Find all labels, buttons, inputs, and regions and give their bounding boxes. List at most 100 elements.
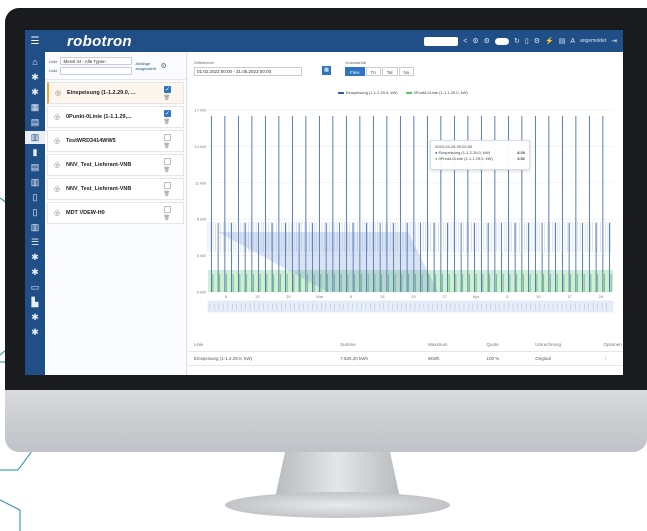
list-item-checkbox[interactable] <box>164 206 171 213</box>
table-header: Linie Summe Maximum Quote Umrechnung Optionen <box>188 338 623 352</box>
refresh-icon[interactable]: ↻ <box>514 38 520 45</box>
list-item-label: NNV_Test_Lieferant-VNB <box>66 186 132 192</box>
x-tick-label: 10 <box>536 294 541 299</box>
list-item-checkbox[interactable] <box>164 182 171 189</box>
list-item[interactable]: ◎ Einspeisung (1-1.2.29.0, ... ✓ 🗑 <box>47 82 184 104</box>
meter-icon: ◎ <box>54 114 61 121</box>
table-cell: Einspeisung (1-1.2.29.0, kW) <box>194 356 253 361</box>
legend-item[interactable]: 0Punkt-0Linie (1-1.1.29.0, kW) <box>405 90 468 95</box>
user-icon[interactable]: A <box>570 38 575 45</box>
x-tick-label: 3 <box>506 294 509 299</box>
theme-toggle[interactable] <box>494 37 509 45</box>
meter-icon: ◎ <box>54 162 61 169</box>
monitor: ☰ robotron < ⚙ ⚙ ↻ ▯ ⚙ ⚡ ▤ A angemeldet … <box>0 0 647 531</box>
plugin-icon[interactable]: ✱ <box>25 251 45 264</box>
table-header-cell[interactable]: Umrechnung <box>535 342 603 347</box>
list-item-checkbox[interactable]: ✓ <box>164 86 171 93</box>
home-icon[interactable]: ⌂ <box>25 56 45 69</box>
share-icon[interactable]: < <box>463 38 467 45</box>
chart-icon[interactable]: ▥ <box>25 221 45 234</box>
grid-icon[interactable]: ▦ <box>25 101 45 114</box>
plugin-icon[interactable]: ✱ <box>25 311 45 324</box>
plugin-icon[interactable]: ✱ <box>25 326 45 339</box>
table-header-cell[interactable]: Summe <box>340 342 428 347</box>
monitor-icon[interactable]: ▭ <box>25 281 45 294</box>
table-header-cell[interactable]: Maximum <box>428 342 487 347</box>
chart-icon[interactable]: ▥ <box>25 176 45 189</box>
menu-icon[interactable]: ☰ <box>25 36 45 47</box>
granularity-button[interactable]: Nu <box>398 67 415 76</box>
trash-icon[interactable]: 🗑 <box>164 167 170 173</box>
settings-icon[interactable]: ⚙ <box>160 62 166 70</box>
granularity-button[interactable]: Tü <box>365 67 381 76</box>
table-row[interactable]: Einspeisung (1-1.2.29.0, kW) 7.825,20 kWh… <box>188 352 623 366</box>
chart-tooltip: 2023-03-28 09:00:00 ● Einspeisung (1-1.2… <box>430 140 530 170</box>
trash-icon[interactable]: 🗑 <box>164 95 170 101</box>
x-tick-label: 13 <box>380 294 385 299</box>
list-filter-label: Linie <box>49 58 58 64</box>
table-cell[interactable]: ⋮ <box>604 356 624 362</box>
line-select[interactable] <box>60 66 133 75</box>
monitor-stand-base <box>225 492 450 518</box>
settings-icon[interactable]: ⚙ <box>484 38 490 45</box>
list-item-checkbox[interactable] <box>164 158 171 165</box>
x-tick-label: 17 <box>568 294 573 299</box>
list-item[interactable]: ◎ 0Punkt-0Linie (1-1.1.29,... ✓ 🗑 <box>47 106 184 128</box>
x-tick-label: 13 <box>255 294 260 299</box>
legend-item[interactable]: Einspeisung (1-1.2.29.0, kW) <box>338 90 398 95</box>
table-header-cell[interactable]: Linie <box>194 342 340 347</box>
meter-icon: ◎ <box>54 210 61 217</box>
list-item[interactable]: ◎ TestWRD3414WW5 🗑 <box>47 130 184 152</box>
x-tick-label: 6 <box>225 294 228 299</box>
document-icon[interactable]: ▯ <box>25 191 45 204</box>
y-tick-label: 5 kW <box>197 253 206 258</box>
plugin-icon[interactable]: ✱ <box>25 71 45 84</box>
calendar-icon[interactable]: ▦ <box>322 66 331 75</box>
list-item-label: MDT VDEW-H0 <box>66 210 105 216</box>
settings-icon[interactable]: ⚙ <box>472 38 478 45</box>
notification-icon[interactable]: ▤ <box>559 38 566 45</box>
list-item-label: TestWRD3414WW5 <box>66 138 116 144</box>
trash-icon[interactable]: 🗑 <box>164 143 170 149</box>
list-item[interactable]: ◎ NNV_Test_Lieferant-VNB 🗑 <box>47 178 184 200</box>
list-icon[interactable]: ☰ <box>25 236 45 249</box>
list-item-checkbox[interactable]: ✓ <box>164 110 171 117</box>
list-item[interactable]: ◎ NNV_Test_Lieferant-VNB 🗑 <box>47 154 184 176</box>
document-icon[interactable]: ▯ <box>525 38 529 45</box>
plugin-icon[interactable]: ⚡ <box>545 38 554 45</box>
search-input[interactable] <box>424 36 459 46</box>
factory-icon[interactable]: ▙ <box>25 296 45 309</box>
table-cell: Original <box>535 356 551 361</box>
table-header-cell[interactable]: Quote <box>487 342 536 347</box>
user-label[interactable]: angemeldet <box>580 38 606 44</box>
list-item-label: NNV_Test_Lieferant-VNB <box>66 162 132 168</box>
trash-icon[interactable]: 🗑 <box>164 191 170 197</box>
trash-icon[interactable]: 🗑 <box>164 119 170 125</box>
top-bar: ☰ robotron < ⚙ ⚙ ↻ ▯ ⚙ ⚡ ▤ A angemeldet … <box>25 30 623 52</box>
chart-icon[interactable]: ▥ <box>25 131 45 144</box>
granularity-button[interactable]: Flexi <box>345 67 365 76</box>
plugin-icon[interactable]: ✱ <box>25 86 45 99</box>
plugin-icon[interactable]: ✱ <box>25 266 45 279</box>
table-icon[interactable]: ▤ <box>25 161 45 174</box>
document-icon[interactable]: ▯ <box>25 206 45 219</box>
table-icon[interactable]: ▤ <box>25 116 45 129</box>
consumption-chart[interactable]: 17 kW 14 kW 11 kW 8 kW 5 kW 0 kW 6 13 20 Mar 6 13 20… <box>188 96 623 328</box>
table-header-cell[interactable]: Optionen <box>604 342 624 347</box>
list-item-checkbox[interactable] <box>164 134 171 141</box>
x-tick-label: Mar <box>316 294 324 299</box>
granularity-button[interactable]: Tal <box>381 67 398 76</box>
app-logo: robotron <box>67 32 132 50</box>
x-tick-label: 27 <box>443 294 448 299</box>
table-cell: 7.825,20 kWh <box>340 356 369 361</box>
list-item[interactable]: ◎ MDT VDEW-H0 🗑 <box>47 202 184 224</box>
trash-icon[interactable]: 🗑 <box>164 215 170 221</box>
gear-icon[interactable]: ⚙ <box>534 38 540 45</box>
range-input[interactable]: 01.02.2023 00:00 - 31.05.2023 00:00 <box>194 67 302 76</box>
y-tick-label: 14 kW <box>195 144 207 149</box>
type-select[interactable]: Messl ist - Alle Typen <box>60 56 133 65</box>
selected-count-label: Anfänge ausgewählt <box>135 60 156 71</box>
bar-chart-icon[interactable]: ▮ <box>25 146 45 159</box>
x-tick-label: 6 <box>350 294 353 299</box>
logout-icon[interactable]: ⇥ <box>611 38 617 45</box>
